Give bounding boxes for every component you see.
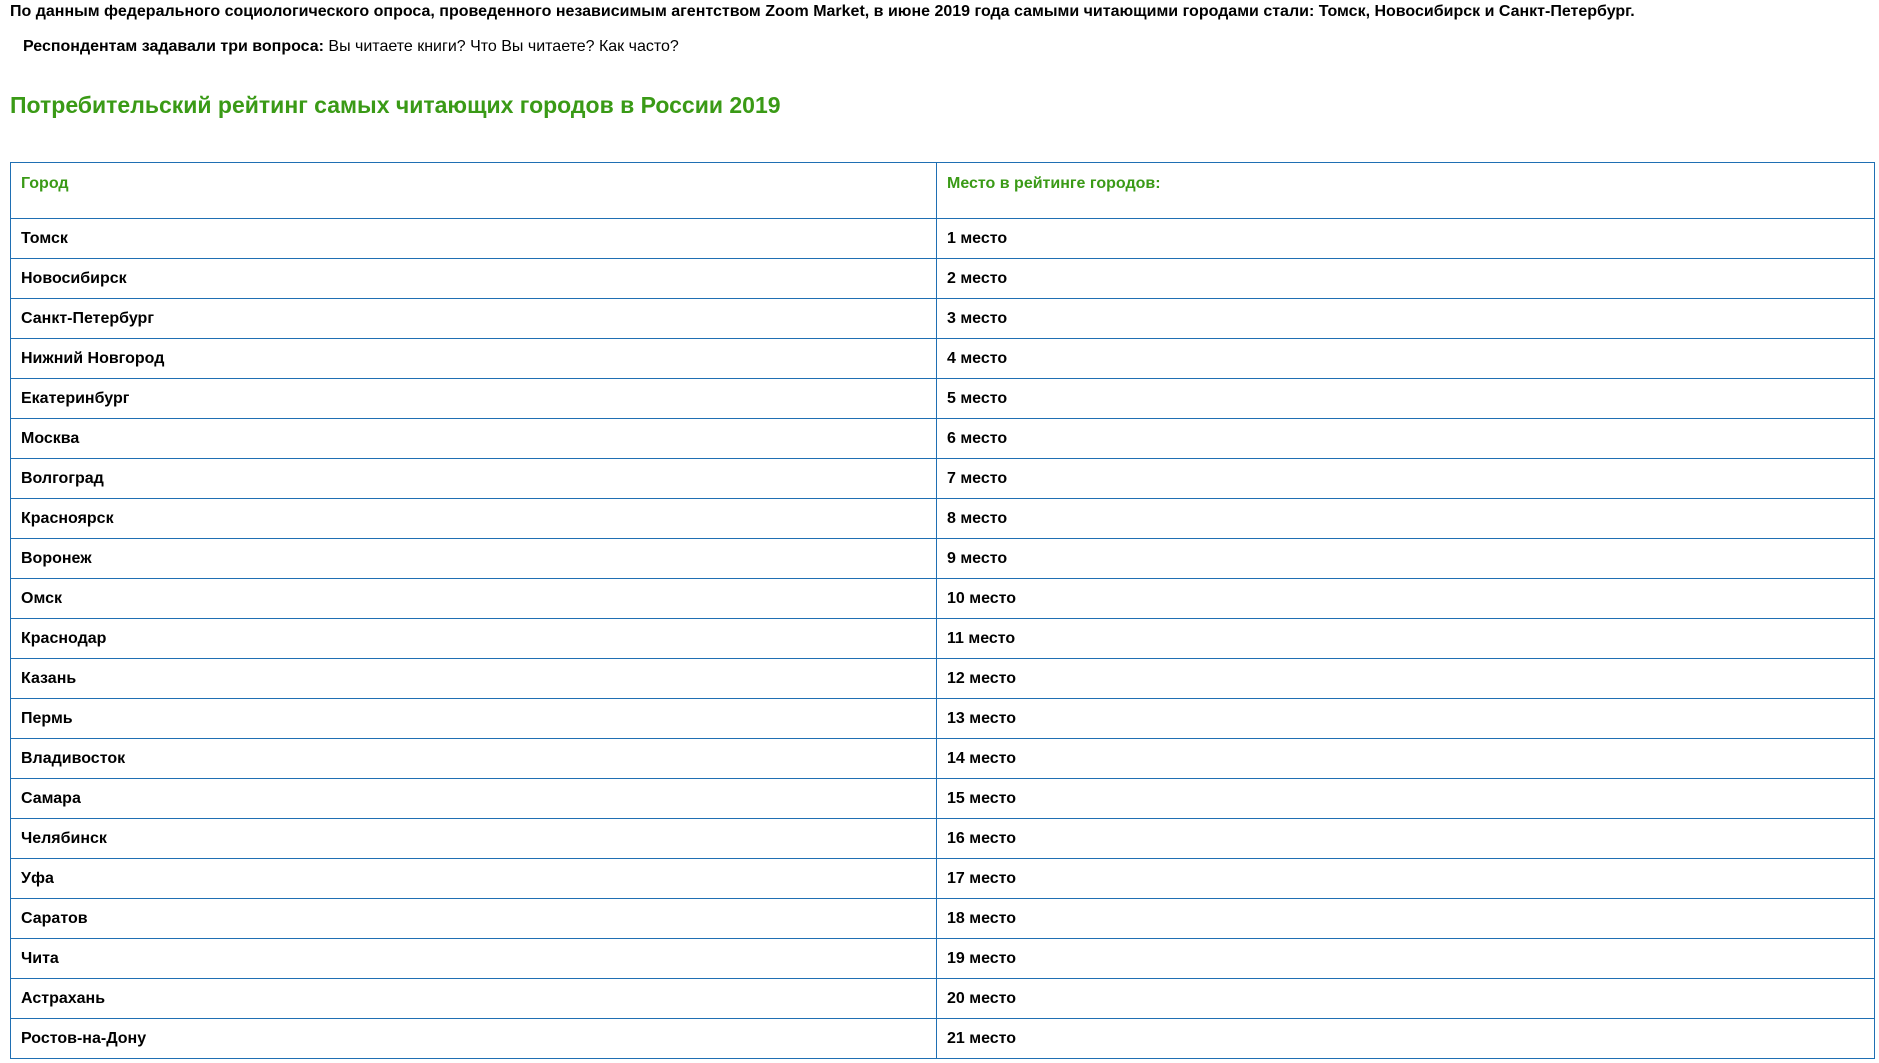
city-cell: Ростов-на-Дону <box>10 1018 937 1059</box>
table-row: Саратов 18 место <box>10 898 1875 939</box>
city-cell: Астрахань <box>10 978 937 1019</box>
city-cell: Екатеринбург <box>10 378 937 419</box>
table-row: Краснодар 11 место <box>10 618 1875 659</box>
table-row: Чита 19 место <box>10 938 1875 979</box>
table-row: Волгоград 7 место <box>10 458 1875 499</box>
table-row: Томск 1 место <box>10 218 1875 259</box>
table-header-row: Город Место в рейтинге городов: <box>10 162 1875 219</box>
table-row: Казань 12 место <box>10 658 1875 699</box>
place-cell: 2 место <box>936 258 1875 299</box>
city-cell: Омск <box>10 578 937 619</box>
table-row: Красноярск 8 место <box>10 498 1875 539</box>
table-row: Челябинск 16 место <box>10 818 1875 859</box>
place-cell: 7 место <box>936 458 1875 499</box>
header-city: Город <box>10 162 937 219</box>
place-cell: 9 место <box>936 538 1875 579</box>
city-cell: Новосибирск <box>10 258 937 299</box>
city-cell: Москва <box>10 418 937 459</box>
intro-text: По данным федерального социологического … <box>10 3 1635 20</box>
city-cell: Краснодар <box>10 618 937 659</box>
place-cell: 6 место <box>936 418 1875 459</box>
questions-label: Респондентам задавали три вопроса: <box>23 38 324 55</box>
table-row: Астрахань 20 место <box>10 978 1875 1019</box>
place-cell: 18 место <box>936 898 1875 939</box>
header-place: Место в рейтинге городов: <box>936 162 1875 219</box>
city-cell: Нижний Новгород <box>10 338 937 379</box>
city-cell: Казань <box>10 658 937 699</box>
city-cell: Самара <box>10 778 937 819</box>
city-cell: Пермь <box>10 698 937 739</box>
place-cell: 1 место <box>936 218 1875 259</box>
table-row: Санкт-Петербург 3 место <box>10 298 1875 339</box>
questions-line: Респондентам задавали три вопроса: Вы чи… <box>23 37 679 57</box>
place-cell: 8 место <box>936 498 1875 539</box>
city-cell: Челябинск <box>10 818 937 859</box>
table-row: Новосибирск 2 место <box>10 258 1875 299</box>
city-cell: Владивосток <box>10 738 937 779</box>
place-cell: 14 место <box>936 738 1875 779</box>
table-row: Ростов-на-Дону 21 место <box>10 1018 1875 1059</box>
city-cell: Уфа <box>10 858 937 899</box>
place-cell: 4 место <box>936 338 1875 379</box>
table-row: Владивосток 14 место <box>10 738 1875 779</box>
table-row: Москва 6 место <box>10 418 1875 459</box>
table-row: Екатеринбург 5 место <box>10 378 1875 419</box>
place-cell: 13 место <box>936 698 1875 739</box>
city-cell: Саратов <box>10 898 937 939</box>
place-cell: 12 место <box>936 658 1875 699</box>
table-row: Воронеж 9 место <box>10 538 1875 579</box>
table-row: Омск 10 место <box>10 578 1875 619</box>
table-row: Пермь 13 место <box>10 698 1875 739</box>
city-cell: Воронеж <box>10 538 937 579</box>
place-cell: 11 место <box>936 618 1875 659</box>
city-cell: Томск <box>10 218 937 259</box>
table-body: Томск 1 место Новосибирск 2 место Санкт-Пете… <box>10 218 1875 1059</box>
place-cell: 10 место <box>936 578 1875 619</box>
place-cell: 19 место <box>936 938 1875 979</box>
city-cell: Красноярск <box>10 498 937 539</box>
table-row: Нижний Новгород 4 место <box>10 338 1875 379</box>
place-cell: 5 место <box>936 378 1875 419</box>
place-cell: 16 место <box>936 818 1875 859</box>
place-cell: 20 место <box>936 978 1875 1019</box>
questions-text: Вы читаете книги? Что Вы читаете? Как ча… <box>323 38 679 55</box>
table-row: Самара 15 место <box>10 778 1875 819</box>
rating-table: Город Место в рейтинге городов: Томск 1 м… <box>10 162 1875 1059</box>
table-row: Уфа 17 место <box>10 858 1875 899</box>
place-cell: 21 место <box>936 1018 1875 1059</box>
city-cell: Волгоград <box>10 458 937 499</box>
city-cell: Чита <box>10 938 937 979</box>
place-cell: 3 место <box>936 298 1875 339</box>
place-cell: 17 место <box>936 858 1875 899</box>
city-cell: Санкт-Петербург <box>10 298 937 339</box>
place-cell: 15 место <box>936 778 1875 819</box>
page-title: Потребительский рейтинг самых читающих г… <box>10 92 781 118</box>
